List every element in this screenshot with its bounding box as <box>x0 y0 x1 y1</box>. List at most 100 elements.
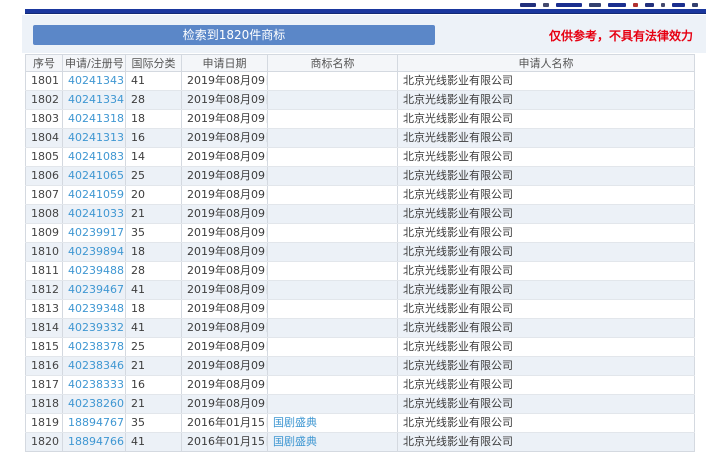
cell-reg-no-link[interactable]: 40239894 <box>62 242 126 262</box>
cell-trademark-name-link <box>267 299 398 319</box>
table-row: 1815 40238378 25 2019年08月09日 北京光线影业有限公司 <box>25 337 695 357</box>
cell-applicant-name: 北京光线影业有限公司 <box>397 299 695 319</box>
table-row: 1803 40241318 18 2019年08月09日 北京光线影业有限公司 <box>25 109 695 129</box>
nav-fragment <box>520 3 536 7</box>
top-navy-bar <box>25 9 706 14</box>
cell-apply-date: 2019年08月09日 <box>181 242 268 262</box>
table-row: 1812 40239467 41 2019年08月09日 北京光线影业有限公司 <box>25 280 695 300</box>
table-row: 1811 40239488 28 2019年08月09日 北京光线影业有限公司 <box>25 261 695 281</box>
cell-trademark-name-link <box>267 185 398 205</box>
cell-seq: 1806 <box>25 166 63 186</box>
cell-apply-date: 2019年08月09日 <box>181 166 268 186</box>
cell-applicant-name: 北京光线影业有限公司 <box>397 261 695 281</box>
cropped-top-nav-fragments <box>520 2 698 8</box>
cell-reg-no-link[interactable]: 40241313 <box>62 128 126 148</box>
cell-reg-no-link[interactable]: 40238378 <box>62 337 126 357</box>
cell-reg-no-link[interactable]: 40241334 <box>62 90 126 110</box>
cell-intl-class: 16 <box>125 375 182 395</box>
cell-apply-date: 2019年08月09日 <box>181 337 268 357</box>
cell-trademark-name-link <box>267 375 398 395</box>
cell-reg-no-link[interactable]: 40241343 <box>62 71 126 91</box>
cell-trademark-name-link <box>267 109 398 129</box>
cell-trademark-name-link <box>267 71 398 91</box>
cell-trademark-name-link[interactable]: 国剧盛典 <box>267 413 398 433</box>
cell-reg-no-link[interactable]: 40239488 <box>62 261 126 281</box>
cell-reg-no-link[interactable]: 40241059 <box>62 185 126 205</box>
cell-apply-date: 2019年08月09日 <box>181 90 268 110</box>
cell-seq: 1803 <box>25 109 63 129</box>
cell-seq: 1810 <box>25 242 63 262</box>
cell-intl-class: 20 <box>125 185 182 205</box>
cell-intl-class: 41 <box>125 280 182 300</box>
cell-seq: 1819 <box>25 413 63 433</box>
cell-reg-no-link[interactable]: 18894767 <box>62 413 126 433</box>
cell-reg-no-link[interactable]: 40238346 <box>62 356 126 376</box>
cell-apply-date: 2019年08月09日 <box>181 261 268 281</box>
cell-trademark-name-link[interactable]: 国剧盛典 <box>267 432 398 452</box>
cell-trademark-name-link <box>267 90 398 110</box>
cell-applicant-name: 北京光线影业有限公司 <box>397 413 695 433</box>
cell-intl-class: 16 <box>125 128 182 148</box>
cell-reg-no-link[interactable]: 40239332 <box>62 318 126 338</box>
cell-intl-class: 21 <box>125 204 182 224</box>
cell-applicant-name: 北京光线影业有限公司 <box>397 90 695 110</box>
cell-seq: 1811 <box>25 261 63 281</box>
cell-apply-date: 2019年08月09日 <box>181 128 268 148</box>
table-row: 1817 40238333 16 2019年08月09日 北京光线影业有限公司 <box>25 375 695 395</box>
cell-applicant-name: 北京光线影业有限公司 <box>397 166 695 186</box>
cell-applicant-name: 北京光线影业有限公司 <box>397 204 695 224</box>
cell-seq: 1816 <box>25 356 63 376</box>
cell-intl-class: 18 <box>125 242 182 262</box>
cell-reg-no-link[interactable]: 40241065 <box>62 166 126 186</box>
cell-trademark-name-link <box>267 318 398 338</box>
cell-intl-class: 18 <box>125 109 182 129</box>
table-row: 1813 40239348 18 2019年08月09日 北京光线影业有限公司 <box>25 299 695 319</box>
results-panel: 检索到1820件商标 仅供参考，不具有法律效力 <box>22 15 706 53</box>
cell-seq: 1820 <box>25 432 63 452</box>
cell-apply-date: 2019年08月09日 <box>181 223 268 243</box>
cell-intl-class: 41 <box>125 71 182 91</box>
table-row: 1807 40241059 20 2019年08月09日 北京光线影业有限公司 <box>25 185 695 205</box>
cell-intl-class: 25 <box>125 337 182 357</box>
nav-fragment <box>633 3 638 7</box>
cell-intl-class: 28 <box>125 90 182 110</box>
cell-seq: 1805 <box>25 147 63 167</box>
cell-intl-class: 21 <box>125 394 182 414</box>
cell-reg-no-link[interactable]: 40241033 <box>62 204 126 224</box>
table-row: 1809 40239917 35 2019年08月09日 北京光线影业有限公司 <box>25 223 695 243</box>
col-header-applicant-name: 申请人名称 <box>397 54 695 72</box>
cell-applicant-name: 北京光线影业有限公司 <box>397 375 695 395</box>
cell-reg-no-link[interactable]: 40239348 <box>62 299 126 319</box>
cell-apply-date: 2019年08月09日 <box>181 280 268 300</box>
col-header-seq: 序号 <box>25 54 63 72</box>
cell-intl-class: 28 <box>125 261 182 281</box>
cell-reg-no-link[interactable]: 40241318 <box>62 109 126 129</box>
cell-reg-no-link[interactable]: 40238333 <box>62 375 126 395</box>
cell-reg-no-link[interactable]: 40239467 <box>62 280 126 300</box>
cell-trademark-name-link <box>267 166 398 186</box>
cell-seq: 1802 <box>25 90 63 110</box>
cell-apply-date: 2019年08月09日 <box>181 394 268 414</box>
cell-applicant-name: 北京光线影业有限公司 <box>397 280 695 300</box>
cell-seq: 1809 <box>25 223 63 243</box>
table-row: 1810 40239894 18 2019年08月09日 北京光线影业有限公司 <box>25 242 695 262</box>
cell-apply-date: 2019年08月09日 <box>181 204 268 224</box>
table-body: 1801 40241343 41 2019年08月09日 北京光线影业有限公司 … <box>25 71 695 452</box>
col-header-intl-class: 国际分类 <box>125 54 182 72</box>
cell-apply-date: 2019年08月09日 <box>181 71 268 91</box>
cell-reg-no-link[interactable]: 40238260 <box>62 394 126 414</box>
cell-reg-no-link[interactable]: 40239917 <box>62 223 126 243</box>
nav-fragment <box>589 3 601 7</box>
nav-fragment <box>556 3 582 7</box>
cell-reg-no-link[interactable]: 40241083 <box>62 147 126 167</box>
table-row: 1806 40241065 25 2019年08月09日 北京光线影业有限公司 <box>25 166 695 186</box>
cell-applicant-name: 北京光线影业有限公司 <box>397 185 695 205</box>
nav-fragment <box>543 3 549 7</box>
cell-reg-no-link[interactable]: 18894766 <box>62 432 126 452</box>
cell-seq: 1817 <box>25 375 63 395</box>
table-row: 1816 40238346 21 2019年08月09日 北京光线影业有限公司 <box>25 356 695 376</box>
table-header-row: 序号 申请/注册号 国际分类 申请日期 商标名称 申请人名称 <box>25 54 695 72</box>
nav-fragment <box>692 3 698 7</box>
cell-apply-date: 2016年01月15日 <box>181 413 268 433</box>
cell-seq: 1818 <box>25 394 63 414</box>
